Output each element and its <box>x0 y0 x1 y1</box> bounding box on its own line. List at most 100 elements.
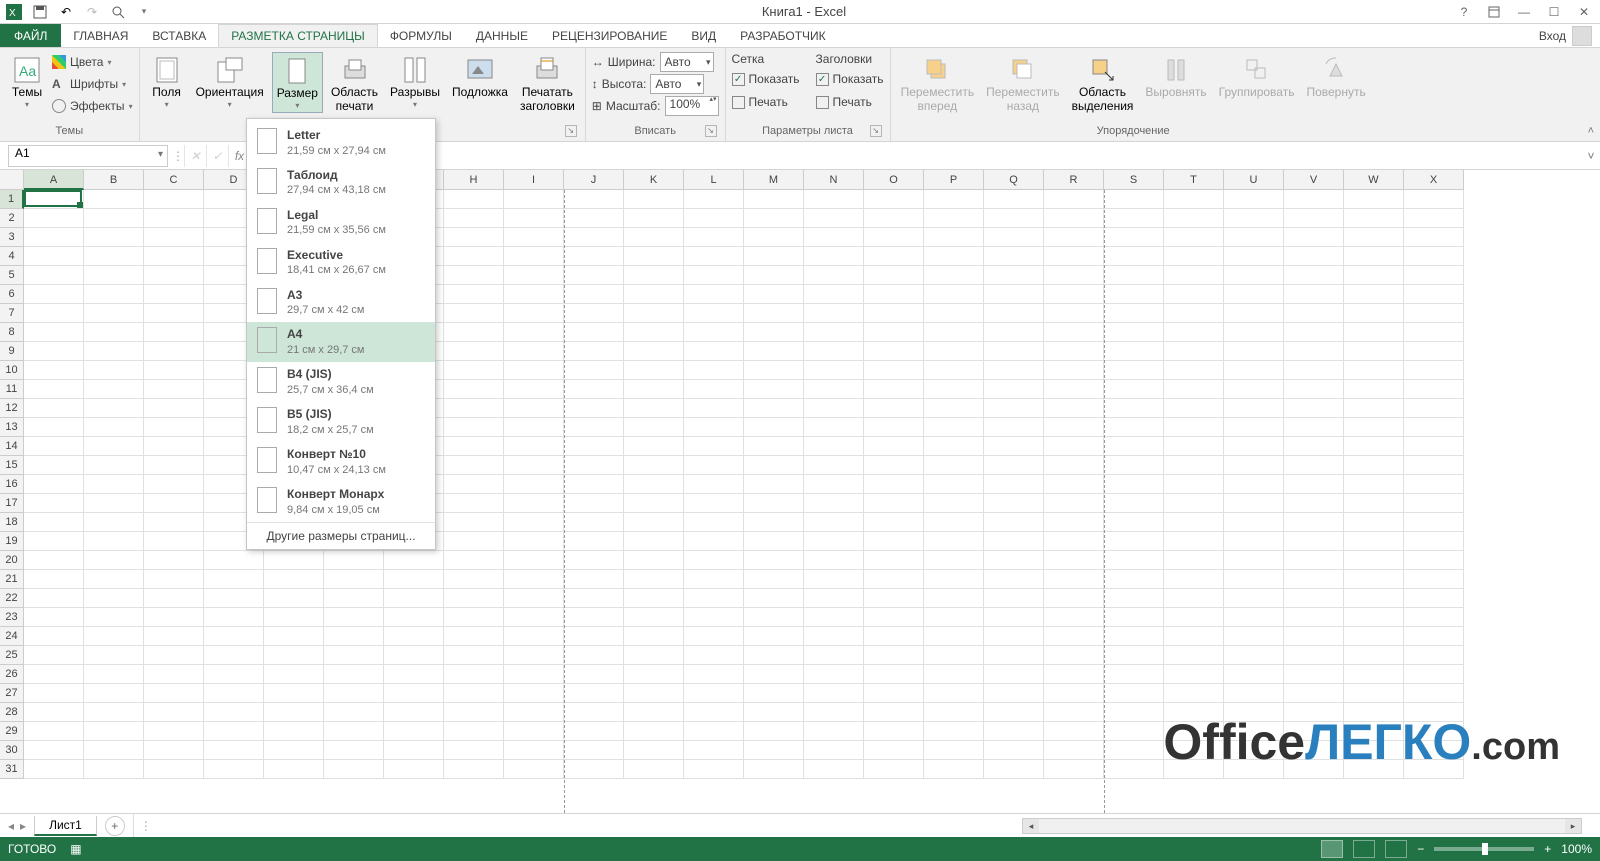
cell[interactable] <box>324 741 384 760</box>
cell[interactable] <box>804 589 864 608</box>
tab-данные[interactable]: ДАННЫЕ <box>464 24 540 47</box>
cell[interactable] <box>1044 589 1104 608</box>
cell[interactable] <box>564 494 624 513</box>
cell[interactable] <box>204 741 264 760</box>
cell[interactable] <box>804 760 864 779</box>
cell[interactable] <box>84 760 144 779</box>
cell[interactable] <box>1344 646 1404 665</box>
cell[interactable] <box>204 760 264 779</box>
cell[interactable] <box>564 741 624 760</box>
cell[interactable] <box>1344 532 1404 551</box>
cell[interactable] <box>144 266 204 285</box>
cell[interactable] <box>1404 361 1464 380</box>
cell[interactable] <box>1044 247 1104 266</box>
cell[interactable] <box>1104 551 1164 570</box>
cell[interactable] <box>84 437 144 456</box>
column-header[interactable]: H <box>444 170 504 190</box>
cell[interactable] <box>564 589 624 608</box>
cell[interactable] <box>1224 399 1284 418</box>
row-header[interactable]: 29 <box>0 722 24 741</box>
cell[interactable] <box>1404 304 1464 323</box>
cell[interactable] <box>624 247 684 266</box>
cell[interactable] <box>804 247 864 266</box>
cell[interactable] <box>444 684 504 703</box>
cell[interactable] <box>24 513 84 532</box>
column-header[interactable]: K <box>624 170 684 190</box>
cell[interactable] <box>984 627 1044 646</box>
cell[interactable] <box>444 741 504 760</box>
undo-icon[interactable]: ↶ <box>56 2 76 22</box>
cell[interactable] <box>24 247 84 266</box>
size-option[interactable]: B4 (JIS)25,7 см x 36,4 см <box>247 362 435 402</box>
cell[interactable] <box>864 323 924 342</box>
cell[interactable] <box>1224 285 1284 304</box>
cell[interactable] <box>684 323 744 342</box>
cell[interactable] <box>24 627 84 646</box>
cell[interactable] <box>684 646 744 665</box>
signin-label[interactable]: Вход <box>1539 29 1566 43</box>
cell[interactable] <box>1104 456 1164 475</box>
cell[interactable] <box>504 285 564 304</box>
rotate-button[interactable]: Повернуть <box>1302 52 1369 102</box>
cell[interactable] <box>564 475 624 494</box>
cell[interactable] <box>804 342 864 361</box>
cell[interactable] <box>1044 646 1104 665</box>
cell[interactable] <box>504 665 564 684</box>
cell[interactable] <box>444 323 504 342</box>
cell[interactable] <box>924 361 984 380</box>
cell[interactable] <box>1044 608 1104 627</box>
cell[interactable] <box>1404 266 1464 285</box>
add-sheet-button[interactable]: + <box>105 816 125 836</box>
cell[interactable] <box>1044 323 1104 342</box>
tab-формулы[interactable]: ФОРМУЛЫ <box>378 24 464 47</box>
cell[interactable] <box>744 456 804 475</box>
cell[interactable] <box>84 266 144 285</box>
column-header[interactable]: B <box>84 170 144 190</box>
cell[interactable] <box>444 285 504 304</box>
cell[interactable] <box>1164 760 1224 779</box>
cell[interactable] <box>204 551 264 570</box>
cell[interactable] <box>504 399 564 418</box>
cell[interactable] <box>24 266 84 285</box>
cell[interactable] <box>804 684 864 703</box>
cell[interactable] <box>144 684 204 703</box>
column-header[interactable]: J <box>564 170 624 190</box>
cell[interactable] <box>624 361 684 380</box>
cell[interactable] <box>864 437 924 456</box>
cell[interactable] <box>84 703 144 722</box>
cell[interactable] <box>684 475 744 494</box>
cell[interactable] <box>984 228 1044 247</box>
cell[interactable] <box>84 323 144 342</box>
cell[interactable] <box>1104 304 1164 323</box>
cell[interactable] <box>984 323 1044 342</box>
cell[interactable] <box>744 209 804 228</box>
cell[interactable] <box>1104 437 1164 456</box>
cell[interactable] <box>1344 437 1404 456</box>
cell[interactable] <box>804 437 864 456</box>
cell[interactable] <box>1344 380 1404 399</box>
cell[interactable] <box>924 722 984 741</box>
cell[interactable] <box>24 228 84 247</box>
cell[interactable] <box>444 627 504 646</box>
cell[interactable] <box>1224 304 1284 323</box>
cell[interactable] <box>624 608 684 627</box>
cell[interactable] <box>1404 494 1464 513</box>
cell[interactable] <box>144 551 204 570</box>
cell[interactable] <box>984 285 1044 304</box>
cell[interactable] <box>1344 589 1404 608</box>
cell[interactable] <box>564 513 624 532</box>
cell[interactable] <box>744 228 804 247</box>
cell[interactable] <box>744 190 804 209</box>
cell[interactable] <box>1284 361 1344 380</box>
cell[interactable] <box>1044 494 1104 513</box>
cell[interactable] <box>924 456 984 475</box>
cell[interactable] <box>1224 228 1284 247</box>
cell[interactable] <box>1104 323 1164 342</box>
cell[interactable] <box>1404 627 1464 646</box>
cell[interactable] <box>24 190 84 209</box>
cell[interactable] <box>1044 228 1104 247</box>
size-option[interactable]: A329,7 см x 42 см <box>247 283 435 323</box>
cell[interactable] <box>1344 209 1404 228</box>
row-header[interactable]: 4 <box>0 247 24 266</box>
cell[interactable] <box>444 665 504 684</box>
